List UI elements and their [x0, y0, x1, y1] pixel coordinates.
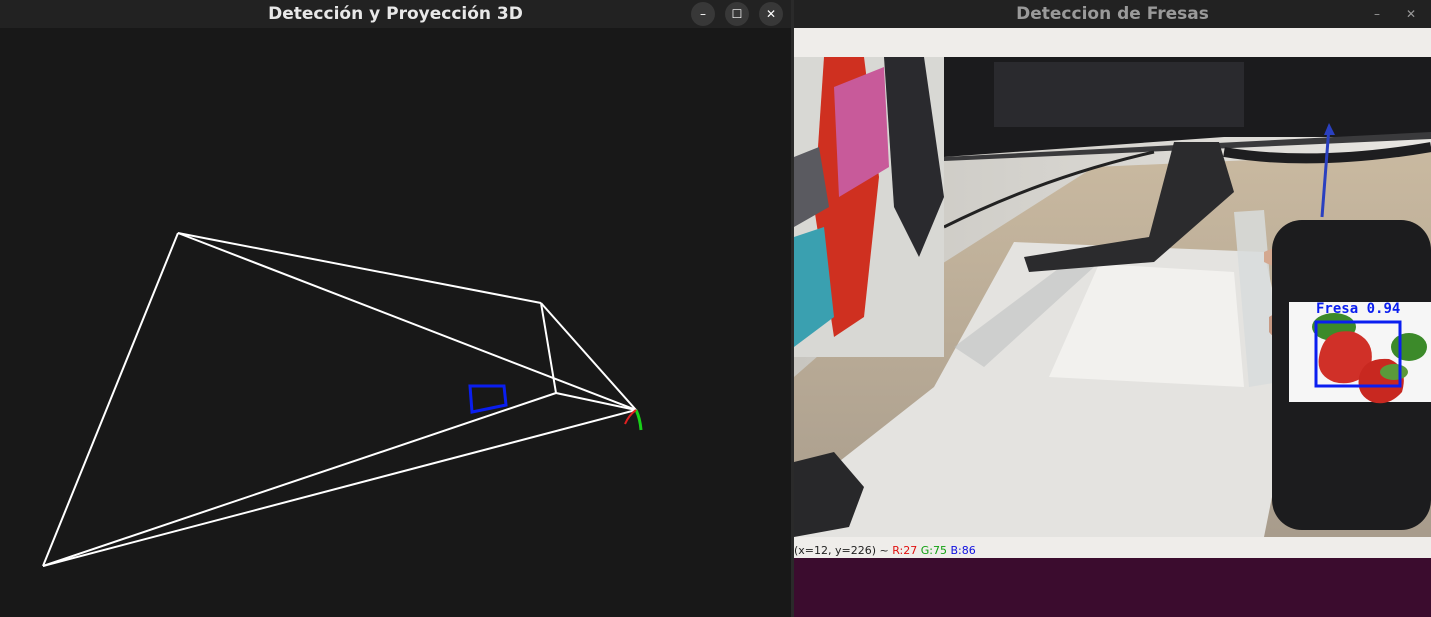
projection-canvas	[42, 232, 643, 567]
minimize-button[interactable]: –	[1365, 2, 1389, 26]
pixel-b-value: B:86	[950, 544, 976, 557]
strawberry-detection-window: Deteccion de Fresas – ✕ Fresa 0.94 (x=12…	[794, 0, 1431, 617]
close-button[interactable]: ✕	[1399, 2, 1423, 26]
detection-class: Fresa	[1316, 301, 1358, 317]
camera-frustum	[42, 232, 637, 567]
minimize-button[interactable]: –	[691, 2, 715, 26]
opencv-toolbar	[794, 28, 1431, 57]
detection-confidence: 0.94	[1367, 301, 1401, 317]
camera-feed[interactable]: Fresa 0.94	[794, 57, 1431, 537]
pixel-r-value: R:27	[892, 544, 918, 557]
left-titlebar[interactable]: Detección y Proyección 3D – ☐ ✕	[0, 0, 791, 28]
projection-3d-window: Detección y Proyección 3D – ☐ ✕	[0, 0, 791, 617]
detected-object-box	[468, 384, 508, 414]
pixel-status-bar: (x=12, y=226) ~ R:27 G:75 B:86	[794, 537, 1431, 558]
maximize-button[interactable]: ☐	[725, 2, 749, 26]
right-titlebar[interactable]: Deteccion de Fresas – ✕	[794, 0, 1431, 28]
left-window-title: Detección y Proyección 3D	[268, 4, 523, 24]
close-button[interactable]: ✕	[759, 2, 783, 26]
detection-label: Fresa 0.94	[1316, 301, 1400, 317]
right-window-title: Deteccion de Fresas	[1016, 4, 1209, 24]
pixel-coords: (x=12, y=226) ~	[794, 544, 889, 557]
pixel-g-value: G:75	[920, 544, 947, 557]
desktop-background	[794, 558, 1431, 617]
